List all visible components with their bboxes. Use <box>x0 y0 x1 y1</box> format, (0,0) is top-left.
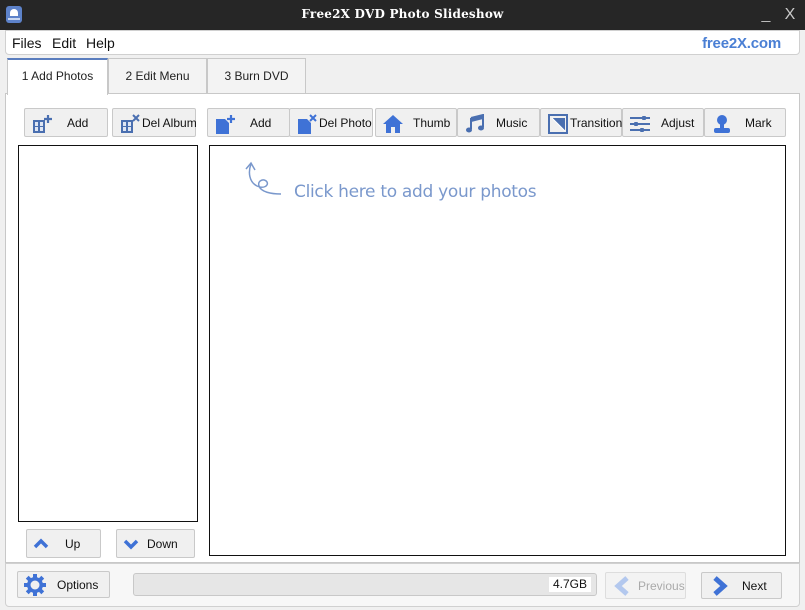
curved-arrow-icon <box>245 161 282 195</box>
menu-files[interactable]: Files <box>12 35 42 51</box>
mark-button[interactable]: Mark <box>704 108 786 137</box>
thumb-button[interactable]: Thumb <box>375 108 457 137</box>
transition-button[interactable]: Transition <box>540 108 622 137</box>
delete-photo-icon <box>298 114 317 134</box>
add-album-label: Add <box>67 116 89 130</box>
mark-label: Mark <box>745 116 772 130</box>
delete-photo-button[interactable]: Del Photo <box>289 108 373 137</box>
previous-label: Previous <box>638 579 685 593</box>
options-label: Options <box>57 578 99 592</box>
minimize-icon: _ <box>761 6 771 23</box>
chevron-left-icon <box>614 576 629 596</box>
thumb-label: Thumb <box>413 116 451 130</box>
music-button[interactable]: Music <box>457 108 540 137</box>
photo-drop-area[interactable]: Click here to add your photos <box>209 145 786 556</box>
chevron-right-icon <box>713 576 728 596</box>
album-list[interactable] <box>18 145 198 522</box>
delete-album-label: Del Album <box>142 116 197 130</box>
disc-capacity-bar: 4.7GB <box>133 573 597 596</box>
tab-add-photos[interactable]: 1 Add Photos <box>7 58 108 95</box>
options-button[interactable]: Options <box>17 571 110 598</box>
close-button[interactable]: X <box>780 5 800 25</box>
menu-help[interactable]: Help <box>86 35 115 51</box>
add-photo-button[interactable]: Add <box>207 108 290 137</box>
delete-album-icon <box>121 114 140 133</box>
transition-icon <box>548 114 568 134</box>
previous-button[interactable]: Previous <box>605 572 686 599</box>
adjust-button[interactable]: Adjust <box>622 108 704 137</box>
adjust-label: Adjust <box>661 116 695 130</box>
disc-capacity-value: 4.7GB <box>548 577 591 592</box>
move-up-button[interactable]: Up <box>26 529 101 558</box>
brand-link[interactable]: free2X.com <box>702 35 781 52</box>
tab-burn-dvd[interactable]: 3 Burn DVD <box>207 58 306 94</box>
add-photos-hint[interactable]: Click here to add your photos <box>294 182 537 202</box>
menu-edit[interactable]: Edit <box>52 35 76 51</box>
title-bar: Free2X DVD Photo Slideshow _ X <box>0 0 805 30</box>
chevron-down-icon <box>123 539 139 550</box>
transition-label: Transition <box>570 116 623 130</box>
add-album-icon <box>33 115 52 133</box>
music-label: Music <box>496 116 528 130</box>
stamp-icon <box>714 115 730 133</box>
menu-bar: Files Edit Help free2X.com <box>5 30 800 55</box>
delete-album-button[interactable]: Del Album <box>112 108 197 137</box>
chevron-up-icon <box>33 538 49 549</box>
next-button[interactable]: Next <box>701 572 782 599</box>
sliders-icon <box>630 116 650 132</box>
gear-icon <box>24 574 46 596</box>
close-icon: X <box>784 6 796 23</box>
add-photo-icon <box>216 115 235 134</box>
window-title: Free2X DVD Photo Slideshow <box>301 7 504 21</box>
tab-edit-menu[interactable]: 2 Edit Menu <box>108 58 207 94</box>
music-note-icon <box>466 114 484 133</box>
move-down-button[interactable]: Down <box>116 529 195 558</box>
move-up-label: Up <box>65 537 81 551</box>
delete-photo-label: Del Photo <box>319 116 372 130</box>
move-down-label: Down <box>147 537 178 551</box>
home-icon <box>383 115 403 133</box>
next-label: Next <box>742 579 767 593</box>
add-photo-label: Add <box>250 116 272 130</box>
minimize-button[interactable]: _ <box>757 6 775 24</box>
add-album-button[interactable]: Add <box>24 108 108 137</box>
